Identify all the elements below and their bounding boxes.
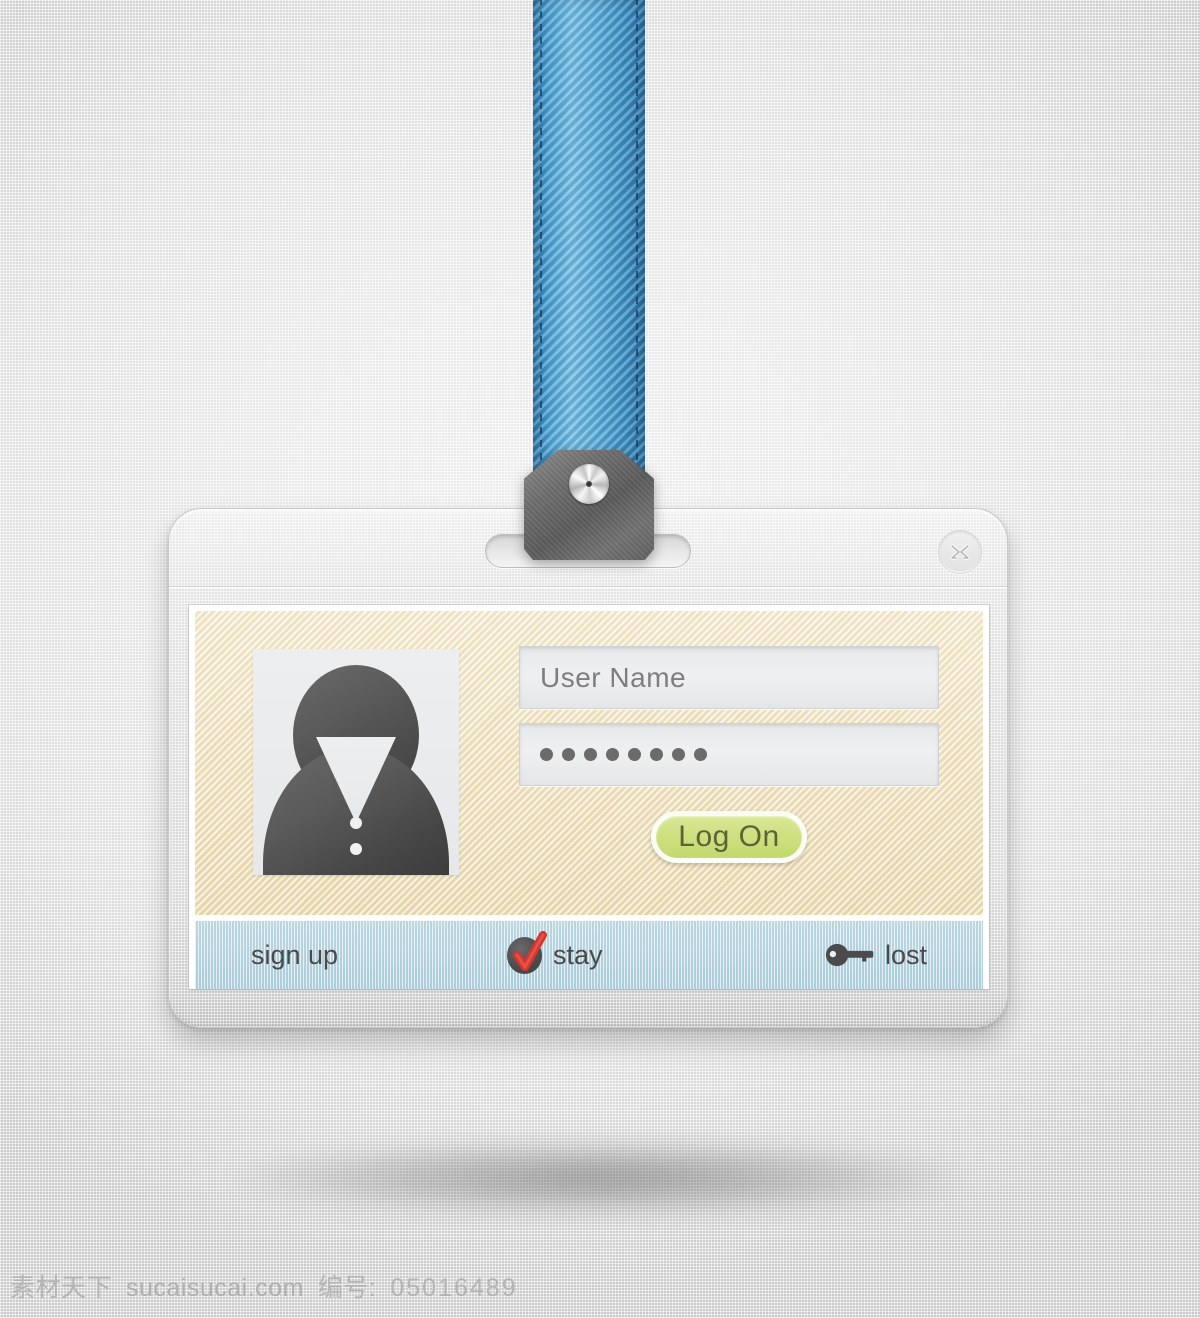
stay-signed-in-toggle[interactable]: stay (507, 931, 603, 975)
sign-up-link[interactable]: sign up (251, 940, 338, 971)
password-dot (584, 748, 597, 761)
lanyard-clip (524, 450, 654, 560)
watermark-number: 05016489 (390, 1274, 518, 1302)
watermark-site-cn: 素材天下 (10, 1274, 113, 1302)
lost-password-link[interactable]: lost (825, 940, 927, 971)
password-dot (672, 748, 685, 761)
password-input[interactable] (519, 723, 939, 786)
logon-row: Log On (519, 811, 939, 863)
logon-button[interactable]: Log On (651, 811, 807, 863)
lost-label: lost (885, 939, 928, 970)
username-placeholder: User Name (540, 661, 687, 693)
password-dot (606, 748, 619, 761)
username-input[interactable]: User Name (519, 646, 939, 709)
card-footer-bar: sign up stay lost (195, 921, 983, 989)
password-dot (562, 748, 575, 761)
close-button[interactable] (938, 530, 982, 574)
watermark: 素材天下 sucaisucai.com 编号: 05016489 (10, 1268, 518, 1304)
password-dot (650, 748, 663, 761)
avatar-button-icon (350, 843, 362, 855)
red-check-icon (507, 931, 547, 975)
key-icon (825, 943, 874, 967)
watermark-site: sucaisucai.com (126, 1274, 304, 1302)
login-form-panel: User Name Log On (195, 611, 983, 915)
avatar (253, 649, 459, 875)
credential-fields: User Name (519, 646, 939, 786)
password-dot (694, 748, 707, 761)
lanyard-strap (533, 0, 645, 498)
card-drop-shadow (236, 1140, 966, 1216)
password-dot (540, 748, 553, 761)
stay-label: stay (553, 939, 603, 970)
close-x-icon (950, 544, 970, 560)
watermark-number-label: 编号: (317, 1274, 377, 1302)
password-dot (628, 748, 641, 761)
card-content-well: User Name Log On sign up stay lost (189, 605, 989, 989)
clip-rivet-icon (569, 464, 609, 504)
password-masked-value (540, 748, 707, 761)
avatar-button-icon (350, 817, 362, 829)
sign-up-label: sign up (251, 939, 339, 970)
login-card: User Name Log On sign up stay lost (168, 508, 1008, 1028)
